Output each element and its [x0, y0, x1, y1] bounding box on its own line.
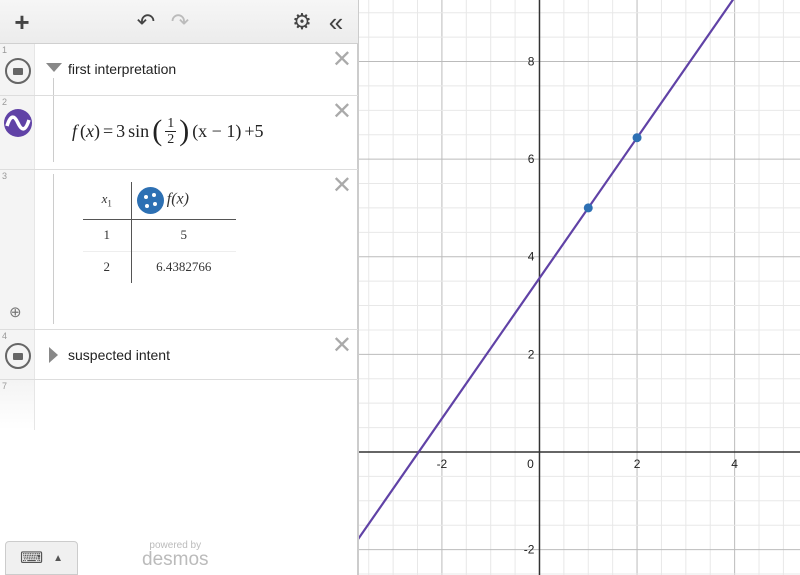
folder-title[interactable]: first interpretation	[68, 61, 176, 77]
collapse-triangle-icon[interactable]	[46, 63, 62, 72]
folder-row-first-interpretation[interactable]: 1 first interpretation ✕	[0, 44, 358, 96]
delete-icon[interactable]: ✕	[332, 174, 352, 198]
math-text: 3	[116, 120, 126, 141]
graph-wave-icon[interactable]	[3, 108, 33, 138]
folder-icon[interactable]	[5, 58, 31, 84]
table-header-fx[interactable]: f(x)	[131, 182, 236, 219]
x-tick-label: 0	[527, 457, 534, 471]
expand-triangle-icon[interactable]	[49, 347, 58, 363]
folder-icon[interactable]	[5, 343, 31, 369]
delete-icon[interactable]: ✕	[332, 100, 352, 124]
expression-list: + ↶ ↷ ⚙ « 1 first interpretation ✕ 2 f (x…	[0, 0, 358, 575]
folder-line	[53, 78, 54, 95]
table-header-x[interactable]: x1	[83, 182, 132, 219]
folder-line	[53, 174, 54, 324]
caret-up-icon: ▲	[53, 552, 63, 564]
keyboard-toggle-button[interactable]: ⌨ ▲	[5, 541, 78, 575]
desmos-logo: powered by desmos	[142, 541, 209, 570]
data-point	[583, 203, 593, 213]
row-number: 2	[2, 97, 8, 107]
y-tick-label: 2	[528, 347, 535, 361]
data-point	[632, 133, 642, 143]
settings-gear-icon[interactable]: ⚙	[288, 8, 316, 36]
math-text: f	[72, 120, 78, 141]
redo-button[interactable]: ↷	[166, 8, 194, 36]
add-item-button[interactable]: +	[8, 7, 36, 37]
x-tick-label: 2	[634, 457, 641, 471]
math-text: +5	[244, 120, 264, 141]
graph-canvas[interactable]: -2 0 2 4 -2 2 4 6 8	[358, 0, 800, 575]
y-tick-label: -2	[524, 543, 535, 557]
folder-row-suspected-intent[interactable]: 4 suspected intent ✕	[0, 330, 358, 380]
y-tick-label: 6	[528, 152, 535, 166]
row-number: 1	[2, 45, 8, 55]
folder-line	[53, 96, 54, 162]
fraction: 12	[165, 115, 177, 147]
zoom-fit-icon[interactable]: ⊕	[9, 303, 22, 321]
top-toolbar: + ↶ ↷ ⚙ «	[0, 0, 358, 44]
row-number: 4	[2, 331, 8, 341]
expression-input[interactable]: f (x) = 3 sin ( 12 ) (x − 1) +5	[72, 114, 263, 148]
math-text: sin	[128, 120, 150, 141]
delete-icon[interactable]: ✕	[332, 48, 352, 72]
undo-button[interactable]: ↶	[132, 8, 160, 36]
table-cell: 6.4382766	[156, 259, 212, 275]
collapse-panel-button[interactable]: «	[322, 7, 350, 37]
point-style-icon[interactable]	[136, 186, 164, 214]
expression-row-2[interactable]: 2 f (x) = 3 sin ( 12 ) (x − 1) +5 ✕	[0, 96, 358, 170]
table-cell: 5	[180, 227, 188, 242]
table-row-3[interactable]: 3 ⊕ x1 f(x) 1 5 2 6.4382766 ✕	[0, 170, 358, 330]
math-text: (x)	[80, 120, 101, 141]
table-cell[interactable]: 2	[83, 251, 132, 283]
data-table[interactable]: x1 f(x) 1 5 2 6.4382766	[83, 182, 236, 283]
math-text: (x − 1)	[192, 120, 242, 141]
brand-text: desmos	[142, 549, 209, 570]
x-tick-label: -2	[437, 457, 448, 471]
table-cell[interactable]: 1	[83, 219, 132, 251]
row-number: 3	[2, 171, 8, 181]
y-tick-label: 8	[528, 55, 535, 69]
x-tick-label: 4	[731, 457, 738, 471]
empty-expression-row[interactable]: 7	[0, 380, 358, 430]
keyboard-icon: ⌨	[20, 550, 44, 567]
row-number: 7	[2, 381, 8, 391]
y-tick-label: 4	[528, 250, 535, 264]
math-text: =	[103, 120, 114, 141]
delete-icon[interactable]: ✕	[332, 334, 352, 358]
folder-title[interactable]: suspected intent	[68, 347, 170, 363]
